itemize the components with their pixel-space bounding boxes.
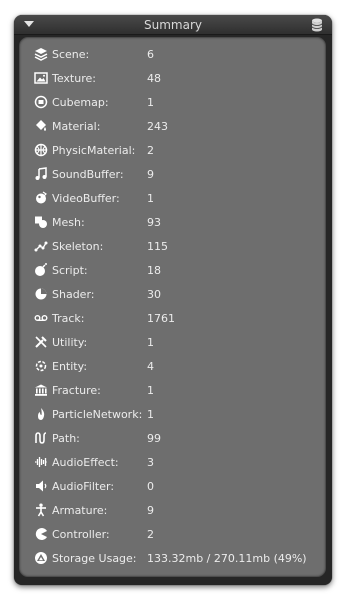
- list-item-soundbuffer: SoundBuffer: 9: [34, 166, 319, 184]
- entity-icon: [34, 359, 48, 373]
- audio-effect-icon: [34, 455, 48, 469]
- storage-icon: [34, 551, 48, 565]
- sound-buffer-icon: [34, 167, 48, 181]
- row-value: 1: [147, 336, 154, 349]
- row-value: 4: [147, 360, 154, 373]
- list-item-armature: Armature: 9: [34, 502, 319, 520]
- skeleton-icon: [34, 239, 48, 253]
- list-item-mesh: Mesh: 93: [34, 214, 319, 232]
- list-item-particlenetwork: ParticleNetwork: 1: [34, 406, 319, 424]
- row-label: Cubemap:: [52, 96, 109, 109]
- row-label: Material:: [52, 120, 101, 133]
- row-label: Armature:: [52, 504, 108, 517]
- row-value: 9: [147, 168, 154, 181]
- row-label: Utility:: [52, 336, 88, 349]
- shader-icon: [34, 287, 48, 301]
- title-bar: Summary: [14, 15, 332, 35]
- row-value: 133.32mb / 270.11mb (49%): [147, 552, 307, 565]
- row-value: 115: [147, 240, 168, 253]
- list-item-scene: Scene: 6: [34, 46, 319, 64]
- row-value: 243: [147, 120, 168, 133]
- row-value: 6: [147, 48, 154, 61]
- row-value: 2: [147, 528, 154, 541]
- row-label: SoundBuffer:: [52, 168, 124, 181]
- summary-list: Scene: 6 Texture: 48 Cubemap: 1 Material…: [19, 37, 326, 577]
- row-value: 93: [147, 216, 161, 229]
- list-item-fracture: Fracture: 1: [34, 382, 319, 400]
- row-label: Scene:: [52, 48, 90, 61]
- row-label: Script:: [52, 264, 88, 277]
- material-icon: [34, 119, 48, 133]
- path-icon: [34, 431, 48, 445]
- list-item-audiofilter: AudioFilter: 0: [34, 478, 319, 496]
- row-value: 18: [147, 264, 161, 277]
- script-icon: [34, 263, 48, 277]
- list-item-audioeffect: AudioEffect: 3: [34, 454, 319, 472]
- panel-title: Summary: [144, 18, 202, 32]
- row-label: Controller:: [52, 528, 110, 541]
- row-value: 99: [147, 432, 161, 445]
- texture-icon: [34, 71, 48, 85]
- video-buffer-icon: [34, 191, 48, 205]
- armature-icon: [34, 503, 48, 517]
- particle-network-icon: [34, 407, 48, 421]
- mesh-icon: [34, 215, 48, 229]
- row-value: 1: [147, 408, 154, 421]
- utility-icon: [34, 335, 48, 349]
- row-label: Mesh:: [52, 216, 85, 229]
- list-item-track: Track: 1761: [34, 310, 319, 328]
- row-label: Skeleton:: [52, 240, 104, 253]
- list-item-texture: Texture: 48: [34, 70, 319, 88]
- row-label: Shader:: [52, 288, 95, 301]
- row-value: 48: [147, 72, 161, 85]
- row-label: Entity:: [52, 360, 88, 373]
- row-value: 30: [147, 288, 161, 301]
- physic-material-icon: [34, 143, 48, 157]
- row-value: 3: [147, 456, 154, 469]
- list-item-material: Material: 243: [34, 118, 319, 136]
- row-label: Texture:: [52, 72, 96, 85]
- cubemap-icon: [34, 95, 48, 109]
- database-icon[interactable]: [311, 18, 323, 32]
- row-label: AudioFilter:: [52, 480, 115, 493]
- list-item-script: Script: 18: [34, 262, 319, 280]
- list-item-entity: Entity: 4: [34, 358, 319, 376]
- list-item-storage-usage: Storage Usage: 133.32mb / 270.11mb (49%): [34, 550, 319, 568]
- row-value: 9: [147, 504, 154, 517]
- list-item-shader: Shader: 30: [34, 286, 319, 304]
- list-item-path: Path: 99: [34, 430, 319, 448]
- row-label: VideoBuffer:: [52, 192, 120, 205]
- row-value: 2: [147, 144, 154, 157]
- row-value: 1: [147, 192, 154, 205]
- row-label: Storage Usage:: [52, 552, 137, 565]
- audio-filter-icon: [34, 479, 48, 493]
- list-item-utility: Utility: 1: [34, 334, 319, 352]
- row-value: 1: [147, 384, 154, 397]
- row-value: 1761: [147, 312, 175, 325]
- row-label: ParticleNetwork:: [52, 408, 143, 421]
- scene-icon: [34, 47, 48, 61]
- list-item-physicmaterial: PhysicMaterial: 2: [34, 142, 319, 160]
- fracture-icon: [34, 383, 48, 397]
- row-label: Track:: [52, 312, 85, 325]
- summary-panel: Summary Scene: 6 Texture: 48 Cubemap: 1 …: [14, 15, 332, 585]
- list-item-cubemap: Cubemap: 1: [34, 94, 319, 112]
- track-icon: [34, 311, 48, 325]
- list-item-skeleton: Skeleton: 115: [34, 238, 319, 256]
- row-label: PhysicMaterial:: [52, 144, 136, 157]
- row-value: 1: [147, 96, 154, 109]
- row-label: Fracture:: [52, 384, 101, 397]
- row-label: Path:: [52, 432, 80, 445]
- row-label: AudioEffect:: [52, 456, 119, 469]
- list-item-videobuffer: VideoBuffer: 1: [34, 190, 319, 208]
- list-item-controller: Controller: 2: [34, 526, 319, 544]
- row-value: 0: [147, 480, 154, 493]
- controller-icon: [34, 527, 48, 541]
